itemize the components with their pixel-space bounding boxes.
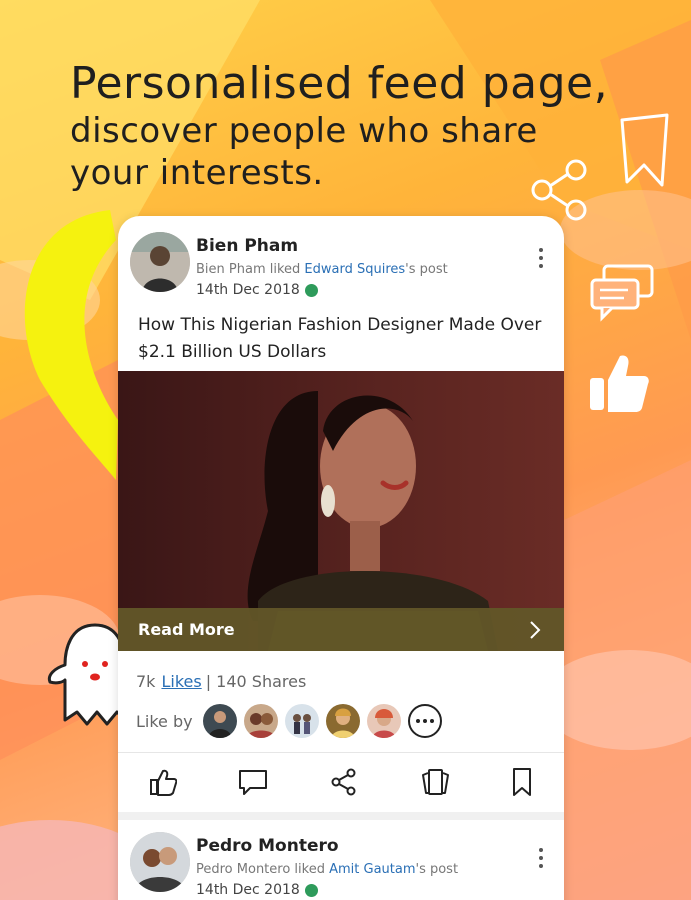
activity-prefix: Pedro Montero liked [196,862,330,877]
activity-suffix: 's post [405,262,448,277]
read-more-label: Read More [138,620,235,639]
avatar[interactable] [130,232,190,292]
share-icon[interactable] [330,768,358,796]
post-header: Bien Pham Bien Pham liked Edward Squires… [118,216,564,306]
author-name[interactable]: Pedro Montero [196,836,339,856]
read-more-button[interactable]: Read More [118,608,564,651]
comment-icon[interactable] [238,768,268,796]
post-actions-bar [118,754,564,810]
globe-icon [304,883,318,897]
activity-suffix: 's post [415,862,459,877]
activity-text: Pedro Montero liked Amit Gautam's post [196,862,458,877]
shares-count: | 140 Shares [205,672,307,691]
avatar-image [130,232,190,292]
more-icon[interactable] [407,704,442,738]
avatar[interactable] [130,832,190,892]
kebab-menu-icon[interactable] [536,248,546,272]
post-separator [118,812,564,820]
likes-count: 7k [136,672,156,691]
globe-icon [304,283,318,297]
likes-link[interactable]: Likes [161,672,201,691]
headline-line-2: discover people who share [70,111,538,151]
avatar-image [130,832,190,892]
liker-avatar[interactable] [243,704,278,738]
liker-avatar[interactable] [325,704,360,738]
feed-card: Bien Pham Bien Pham liked Edward Squires… [118,216,564,900]
kebab-menu-icon[interactable] [536,848,546,872]
post-header: Pedro Montero Pedro Montero liked Amit G… [118,820,564,900]
liked-user-link[interactable]: Amit Gautam [329,862,415,877]
liker-avatar[interactable] [284,704,319,738]
liked-by-row: Like by [136,703,442,739]
thumbs-up-icon[interactable] [149,768,177,796]
post-title[interactable]: How This Nigerian Fashion Designer Made … [138,312,548,366]
share-outline-icon [531,159,587,221]
headline-line-1: Personalised feed page, [70,58,609,109]
chat-outline-icon [590,264,654,322]
divider [118,752,564,753]
liked-by-label: Like by [136,711,193,731]
post-stats: 7k Likes | 140 Shares [136,672,306,691]
author-name[interactable]: Bien Pham [196,236,298,256]
post-date: 14th Dec 2018 [196,282,318,298]
chevron-right-icon [530,621,541,639]
activity-prefix: Bien Pham liked [196,262,305,277]
thumbs-up-filled-icon [590,355,649,412]
activity-text: Bien Pham liked Edward Squires's post [196,262,448,277]
cards-icon[interactable] [420,767,450,797]
liker-avatar[interactable] [366,704,401,738]
bookmark-outline-icon [620,113,669,187]
liker-avatar[interactable] [202,704,237,738]
post-date: 14th Dec 2018 [196,882,318,898]
post-date-text: 14th Dec 2018 [196,282,300,298]
post-date-text: 14th Dec 2018 [196,882,300,898]
bookmark-icon[interactable] [511,767,533,797]
liked-user-link[interactable]: Edward Squires [304,262,405,277]
